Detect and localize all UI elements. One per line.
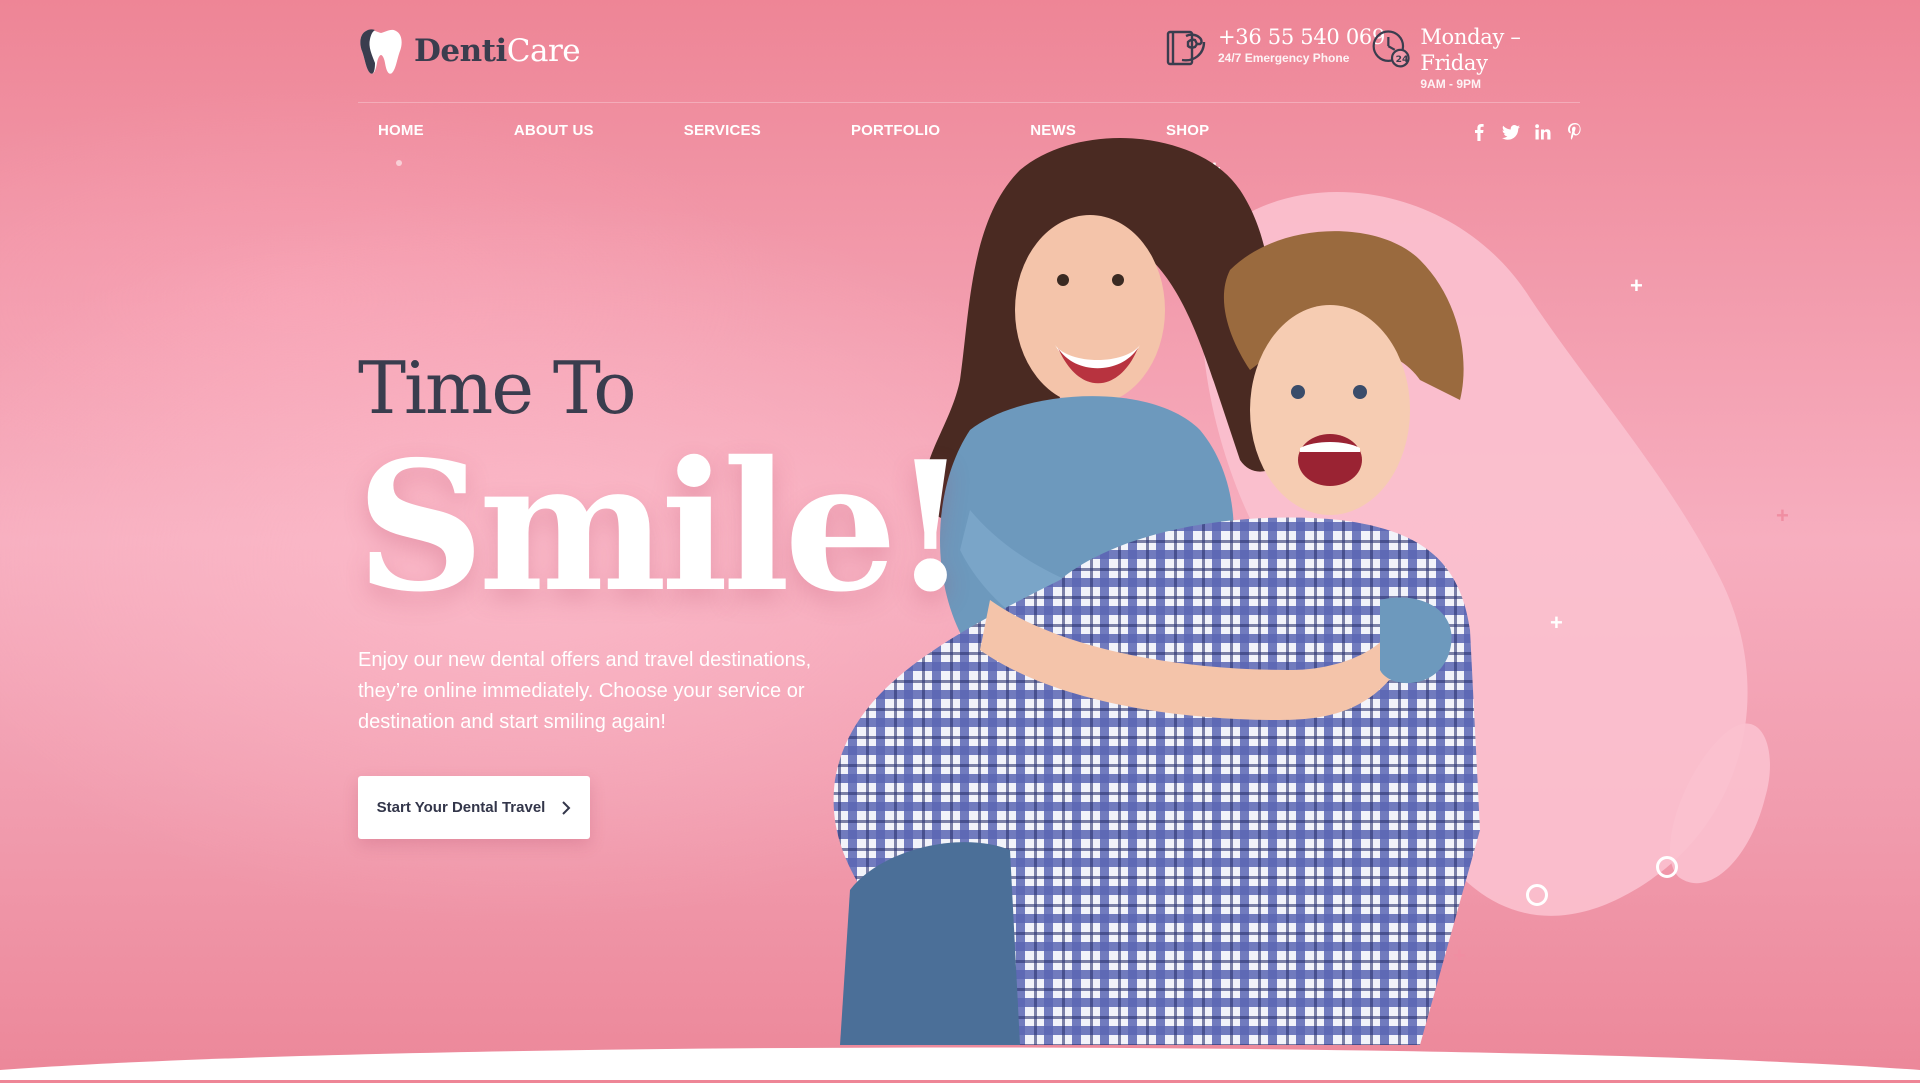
opening-days: Monday – Friday (1420, 25, 1521, 75)
nav-about-us[interactable]: ABOUT US (494, 118, 614, 148)
brand-logo[interactable]: DentiCare (358, 24, 581, 78)
active-nav-indicator (396, 160, 402, 166)
sparkle-plus-icon: + (1630, 273, 1643, 298)
start-dental-travel-button[interactable]: Start Your Dental Travel (358, 776, 590, 839)
nav-home[interactable]: HOME (358, 118, 444, 148)
ring-icon (1656, 856, 1678, 878)
phone-number[interactable]: +36 55 540 069 (1218, 24, 1385, 50)
chevron-right-icon (562, 800, 571, 815)
brand-name: DentiCare (414, 33, 581, 69)
site-header: DentiCare +36 55 540 069 24/7 Emergency … (358, 0, 1580, 103)
bottom-wave (0, 1047, 1920, 1080)
contact-hours: 24 Monday – Friday 9AM - 9PM (1370, 24, 1580, 92)
sparkle-plus-icon: + (1776, 503, 1789, 528)
cta-label: Start Your Dental Travel (376, 799, 546, 816)
hero-pre-title: Time To (358, 346, 637, 430)
hero-description: Enjoy our new dental offers and travel d… (358, 649, 812, 733)
hero-title: Smile! (356, 422, 970, 631)
svg-text:24: 24 (1396, 54, 1409, 65)
phone-caption: 24/7 Emergency Phone (1218, 51, 1350, 65)
phone-book-icon (1166, 30, 1206, 66)
clock-24-icon: 24 (1372, 30, 1410, 68)
opening-hours: 9AM - 9PM (1420, 77, 1482, 91)
contact-phone[interactable]: +36 55 540 069 24/7 Emergency Phone (1164, 24, 1385, 70)
tooth-icon (360, 29, 402, 74)
nav-services[interactable]: SERVICES (664, 118, 781, 148)
